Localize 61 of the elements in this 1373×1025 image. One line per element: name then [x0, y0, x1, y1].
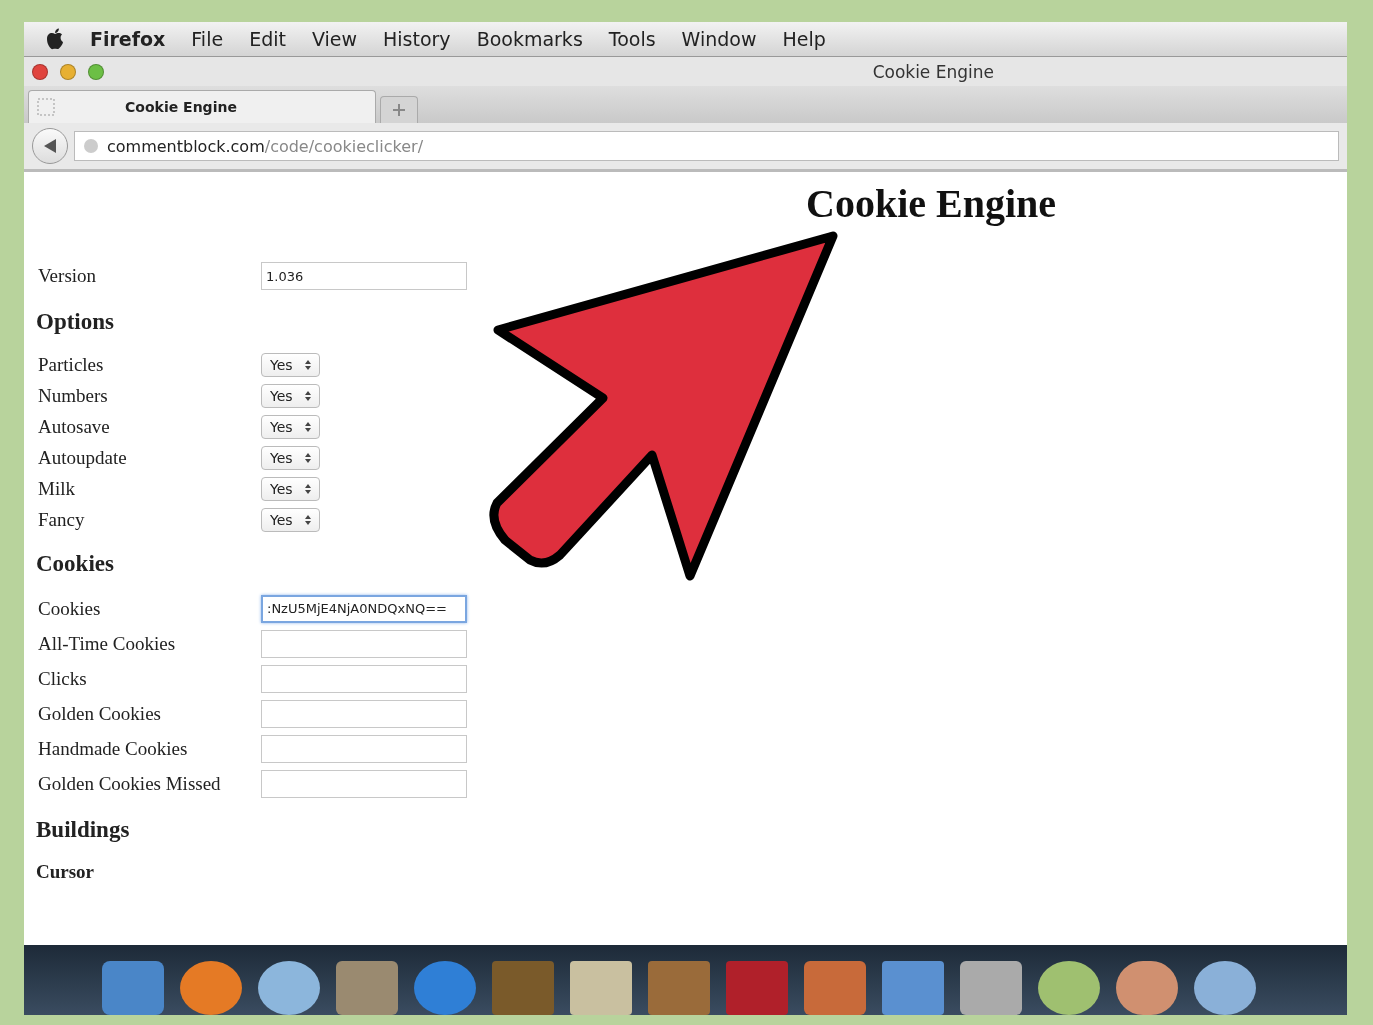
- input-field[interactable]: [261, 664, 467, 693]
- field-label: Clicks: [37, 667, 88, 690]
- menu-item[interactable]: History: [383, 28, 451, 50]
- back-button[interactable]: [32, 128, 68, 164]
- input-field[interactable]: [261, 629, 467, 658]
- building-subheading: Cursor: [36, 861, 96, 883]
- up-down-caret-icon: [304, 483, 311, 494]
- field-label: Golden Cookies Missed: [37, 772, 222, 795]
- option-label: Autoupdate: [37, 446, 128, 469]
- option-label: Milk: [37, 477, 76, 500]
- up-down-caret-icon: [304, 359, 311, 370]
- input-field[interactable]: :NzU5MjE4NjA0NDQxNQ==: [261, 594, 467, 623]
- option-select[interactable]: Yes: [261, 352, 320, 377]
- menu-item[interactable]: File: [191, 28, 224, 50]
- menu-item[interactable]: Edit: [249, 28, 286, 50]
- back-arrow-icon: [43, 138, 57, 154]
- field-label: Cookies: [37, 597, 102, 620]
- close-button[interactable]: [32, 63, 48, 80]
- up-down-caret-icon: [304, 421, 311, 432]
- zoom-button[interactable]: [88, 63, 104, 80]
- input-field[interactable]: [261, 769, 467, 798]
- option-label: Autosave: [37, 415, 111, 438]
- menu-item[interactable]: Help: [782, 28, 826, 50]
- field-label: Golden Cookies: [37, 702, 162, 725]
- menu-item[interactable]: Window: [681, 28, 757, 50]
- window-title: Cookie Engine: [871, 61, 995, 82]
- section-heading: Options: [36, 309, 115, 335]
- section-heading: Buildings: [36, 817, 131, 843]
- option-select[interactable]: Yes: [261, 476, 320, 501]
- apple-logo-icon[interactable]: [46, 28, 64, 50]
- input-field[interactable]: [261, 699, 467, 728]
- menu-item[interactable]: Bookmarks: [476, 28, 583, 50]
- section-heading: Cookies: [36, 551, 115, 577]
- option-select[interactable]: Yes: [261, 445, 320, 470]
- new-tab-button[interactable]: [380, 96, 418, 123]
- address-field[interactable]: commentblock.com/code/cookieclicker/: [74, 131, 1339, 161]
- option-label: Fancy: [37, 508, 86, 531]
- option-label: Numbers: [37, 384, 109, 407]
- option-label: Particles: [37, 353, 105, 376]
- option-select[interactable]: Yes: [261, 383, 320, 408]
- up-down-caret-icon: [304, 514, 311, 525]
- input-field[interactable]: [261, 734, 467, 763]
- up-down-caret-icon: [304, 452, 311, 463]
- url-text: commentblock.com/code/cookieclicker/: [107, 136, 424, 156]
- option-select[interactable]: Yes: [261, 414, 320, 439]
- menu-item[interactable]: View: [311, 28, 357, 50]
- app-menu[interactable]: Firefox: [90, 28, 166, 50]
- field-label: Handmade Cookies: [37, 737, 189, 760]
- page-icon: [37, 98, 55, 116]
- up-down-caret-icon: [304, 390, 311, 401]
- field-label: Version: [37, 265, 98, 287]
- globe-icon: [83, 138, 99, 154]
- browser-tab[interactable]: Cookie Engine: [28, 90, 376, 123]
- plus-icon: [392, 103, 406, 117]
- minimize-button[interactable]: [60, 63, 76, 80]
- dock-app-icon[interactable]: [1116, 961, 1178, 1015]
- page-heading: Cookie Engine: [806, 180, 1058, 227]
- version-field[interactable]: 1.036: [261, 262, 467, 290]
- option-select[interactable]: Yes: [261, 507, 320, 532]
- menu-item[interactable]: Tools: [608, 28, 656, 50]
- field-label: All-Time Cookies: [37, 632, 177, 655]
